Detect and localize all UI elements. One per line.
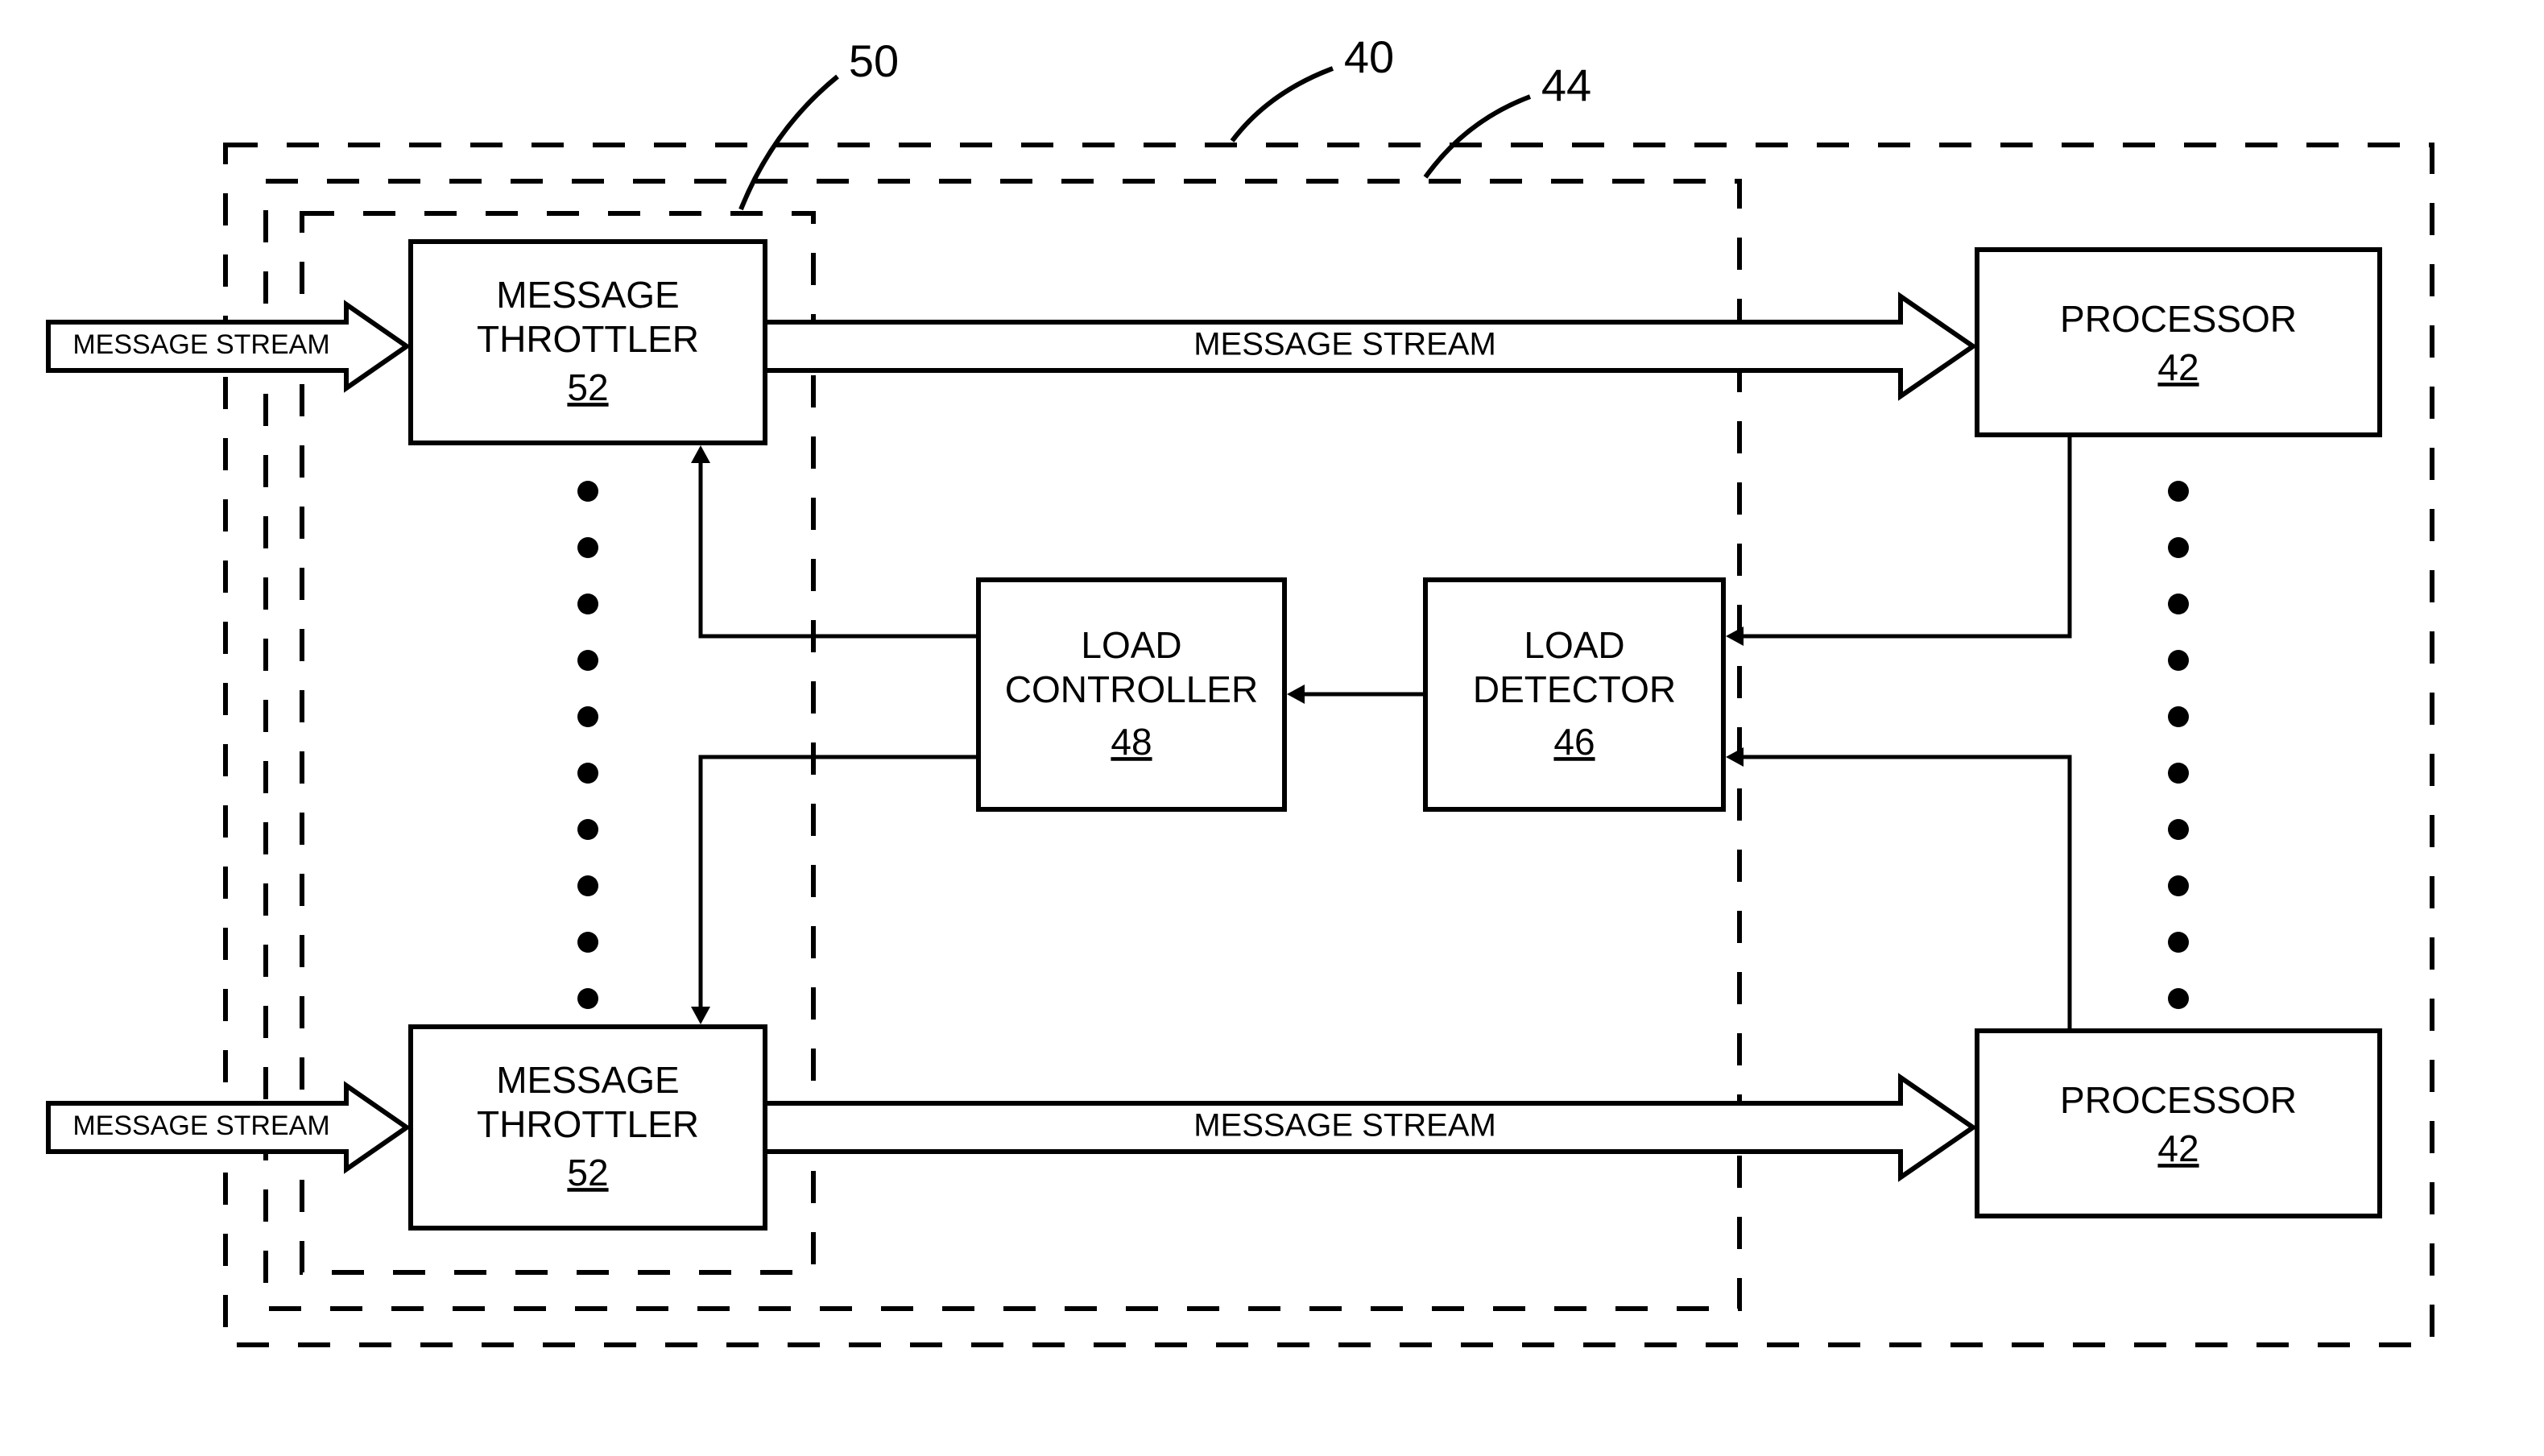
label-load-detector-2: DETECTOR xyxy=(1473,668,1676,710)
label-processor-title-bottom: PROCESSOR xyxy=(2060,1079,2297,1121)
label-load-controller-ref: 48 xyxy=(1111,721,1152,763)
ref-44: 44 xyxy=(1541,60,1591,110)
arrow-controller-to-throttler-top xyxy=(691,445,978,636)
arrow-processor-top-to-detector xyxy=(1726,435,2070,646)
diagram-canvas: 40 44 50 MESSAGE STREAM MESSAGE THROTTLE… xyxy=(0,0,2544,1456)
label-message-stream-mid-bottom: MESSAGE STREAM xyxy=(1193,1108,1496,1144)
label-message-stream-in-top: MESSAGE STREAM xyxy=(72,329,329,360)
box-processor-top: PROCESSOR 42 xyxy=(1977,250,2380,435)
label-processor-ref-bottom: 42 xyxy=(2157,1127,2199,1169)
label-throttler-sub-bottom: THROTTLER xyxy=(477,1103,699,1145)
label-load-controller-1: LOAD xyxy=(1081,624,1181,666)
ref-40: 40 xyxy=(1344,31,1394,82)
box-message-throttler-bottom: MESSAGE THROTTLER 52 xyxy=(411,1027,765,1228)
label-throttler-ref-top: 52 xyxy=(567,366,608,408)
label-processor-title-top: PROCESSOR xyxy=(2060,298,2297,340)
arrow-processor-bottom-to-detector xyxy=(1726,747,2070,1031)
label-throttler-title-bottom: MESSAGE xyxy=(496,1059,680,1101)
label-processor-ref-top: 42 xyxy=(2157,346,2199,388)
callout-curve-40 xyxy=(1232,68,1333,141)
ref-50: 50 xyxy=(849,35,899,86)
label-throttler-title-top: MESSAGE xyxy=(496,274,680,316)
label-message-stream-mid-top: MESSAGE STREAM xyxy=(1193,327,1496,362)
callout-curve-44 xyxy=(1425,97,1530,177)
label-throttler-sub-top: THROTTLER xyxy=(477,318,699,360)
dots-right xyxy=(2168,481,2189,1009)
arrow-in-bottom: MESSAGE STREAM xyxy=(48,1086,407,1169)
arrow-stream-top: MESSAGE STREAM xyxy=(765,296,1973,396)
arrow-detector-to-controller xyxy=(1287,685,1425,704)
box-processor-bottom: PROCESSOR 42 xyxy=(1977,1031,2380,1216)
label-message-stream-in-bottom: MESSAGE STREAM xyxy=(72,1111,329,1141)
label-load-detector-1: LOAD xyxy=(1524,624,1624,666)
dots-left xyxy=(577,481,598,1009)
arrow-controller-to-throttler-bottom xyxy=(691,757,978,1024)
label-load-detector-ref: 46 xyxy=(1553,721,1595,763)
box-message-throttler-top: MESSAGE THROTTLER 52 xyxy=(411,242,765,443)
label-load-controller-2: CONTROLLER xyxy=(1005,668,1258,710)
box-load-controller: LOAD CONTROLLER 48 xyxy=(978,580,1284,809)
label-throttler-ref-bottom: 52 xyxy=(567,1152,608,1193)
box-load-detector: LOAD DETECTOR 46 xyxy=(1425,580,1723,809)
arrow-stream-bottom: MESSAGE STREAM xyxy=(765,1078,1973,1177)
